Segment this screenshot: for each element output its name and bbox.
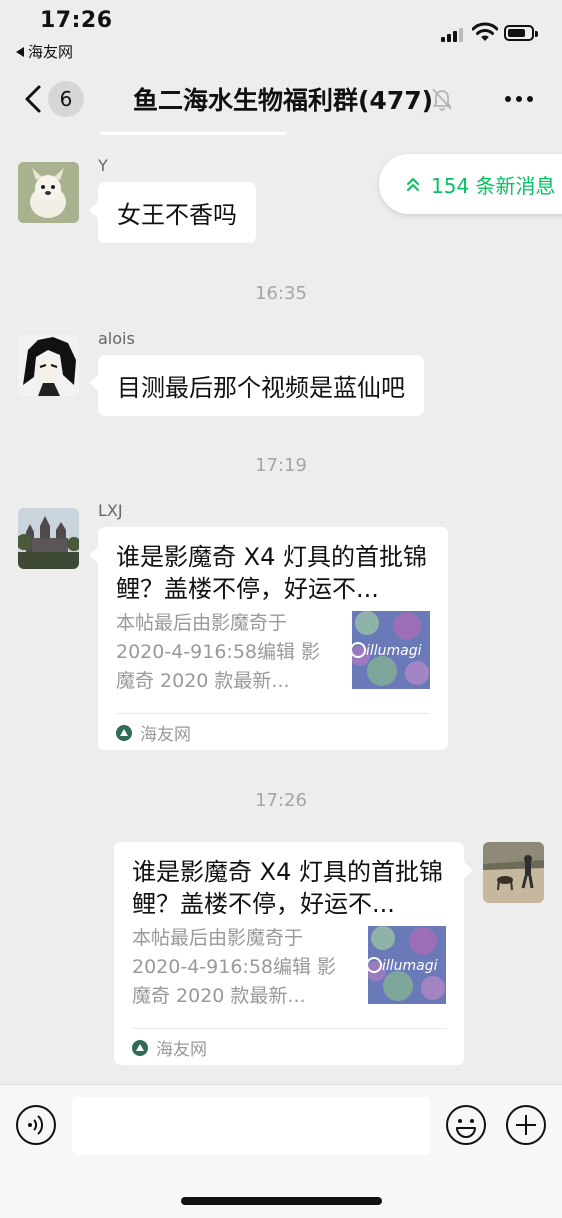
illumagic-thumbnail-image: illumagi <box>352 611 430 689</box>
home-indicator <box>181 1197 382 1205</box>
card-source-label: 海友网 <box>156 1040 207 1060</box>
card-thumbnail: illumagi <box>352 611 430 689</box>
back-triangle-icon <box>16 46 24 57</box>
card-source-label: 海友网 <box>140 725 191 745</box>
card-thumbnail: illumagi <box>368 926 446 1004</box>
back-app-label: 海友网 <box>28 43 74 61</box>
outdoor-photo-avatar-icon <box>483 842 544 903</box>
unread-count-badge[interactable]: 6 <box>48 81 84 117</box>
avatar-me[interactable] <box>483 842 544 903</box>
chat-title: 鱼二海水生物福利群(477) <box>133 86 434 115</box>
timestamp: 16:35 <box>255 283 307 304</box>
add-attachment-icon[interactable] <box>505 1104 547 1146</box>
castle-avatar-icon <box>18 508 79 569</box>
cellular-signal-icon <box>441 26 463 42</box>
sender-name: LXJ <box>98 501 123 520</box>
battery-icon <box>504 25 538 41</box>
source-logo-icon <box>116 724 132 741</box>
status-time: 17:26 <box>40 8 113 33</box>
chat-messages[interactable]: 154 条新消息 Y 女王不香吗 16:35 alois 目测最后那个视频是蓝仙… <box>0 132 562 1084</box>
emoji-icon[interactable] <box>445 1104 487 1146</box>
card-source: 海友网 <box>116 720 191 745</box>
timestamp: 17:26 <box>255 790 307 811</box>
sender-name: alois <box>98 329 135 348</box>
thumbnail-logo-text: illumagi <box>382 958 438 974</box>
chat-header: 6 鱼二海水生物福利群(477) <box>0 70 562 132</box>
message-bubble[interactable]: 目测最后那个视频是蓝仙吧 <box>89 355 424 416</box>
more-options-button[interactable] <box>505 96 533 102</box>
card-source: 海友网 <box>132 1035 207 1060</box>
card-description: 本帖最后由影魔奇于2020-4-916:58编辑 影魔奇 2020 款最新... <box>116 612 321 692</box>
wifi-icon <box>472 22 498 41</box>
card-description: 本帖最后由影魔奇于2020-4-916:58编辑 影魔奇 2020 款最新... <box>132 927 337 1007</box>
sender-name: Y <box>98 156 108 175</box>
double-chevron-up-icon <box>407 178 419 191</box>
illumagic-thumbnail-image: illumagi <box>368 926 446 1004</box>
avatar-alois[interactable] <box>18 335 79 396</box>
link-card[interactable]: 谁是影魔奇 X4 灯具的首批锦鲤？盖楼不停，好运不... 本帖最后由影魔奇于20… <box>89 527 448 750</box>
new-messages-button[interactable]: 154 条新消息 <box>379 154 562 214</box>
new-messages-label: 154 条新消息 <box>431 173 556 198</box>
source-logo-icon <box>132 1039 148 1056</box>
card-title: 谁是影魔奇 X4 灯具的首批锦鲤？盖楼不停，好运不... <box>132 858 443 918</box>
message-bubble[interactable]: 女王不香吗 <box>89 182 256 243</box>
back-to-app-link[interactable]: 海友网 <box>16 41 73 62</box>
timestamp: 17:19 <box>255 455 307 476</box>
anime-avatar-icon <box>18 335 79 396</box>
back-chevron-icon[interactable] <box>22 84 44 114</box>
card-title: 谁是影魔奇 X4 灯具的首批锦鲤？盖楼不停，好运不... <box>116 543 427 603</box>
voice-input-icon[interactable] <box>15 1104 57 1146</box>
thumbnail-logo-text: illumagi <box>366 643 422 659</box>
status-bar: 17:26 海友网 <box>0 0 562 70</box>
message-input[interactable] <box>72 1097 430 1155</box>
previous-message-bubble <box>98 132 288 135</box>
mute-bell-icon <box>432 88 452 111</box>
avatar-lxj[interactable] <box>18 508 79 569</box>
link-card[interactable]: 谁是影魔奇 X4 灯具的首批锦鲤？盖楼不停，好运不... 本帖最后由影魔奇于20… <box>114 842 473 1065</box>
dog-avatar-icon <box>18 162 79 223</box>
avatar-y[interactable] <box>18 162 79 223</box>
input-bar <box>0 1084 562 1218</box>
